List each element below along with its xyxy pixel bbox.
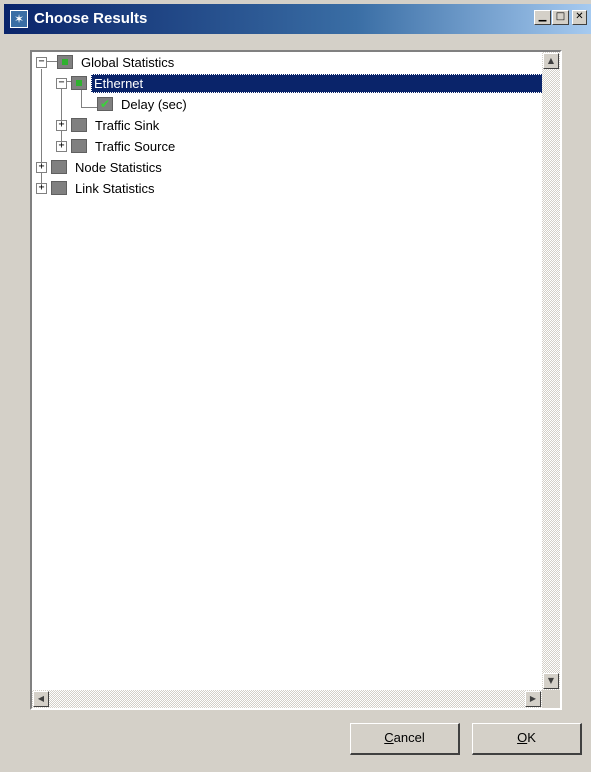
scrollbar-corner <box>542 690 560 708</box>
title-bar[interactable]: ✶ Choose Results ▁ □ ✕ <box>4 4 591 34</box>
gray-stat-icon <box>71 139 87 153</box>
scroll-down-button[interactable]: ▼ <box>543 673 559 689</box>
tree-connector-line <box>81 107 97 108</box>
expand-icon[interactable]: + <box>36 161 47 173</box>
window-title: Choose Results <box>34 10 148 27</box>
tree-item-label: Delay (sec) <box>121 96 187 112</box>
choose-results-dialog: ✶ Choose Results ▁ □ ✕ − Global Statisti… <box>0 0 591 772</box>
expand-icon[interactable]: + <box>56 140 67 152</box>
ok-label: K <box>527 730 536 745</box>
tree-item-label: Traffic Source <box>95 138 176 154</box>
gray-stat-icon <box>51 181 67 195</box>
tree-item-link-statistics[interactable]: + Link Statistics <box>36 178 154 198</box>
tree-item-label: Ethernet <box>91 73 549 93</box>
expand-icon[interactable]: + <box>36 182 47 194</box>
arrow-down-icon: ▼ <box>547 676 555 685</box>
tree-item-label: Traffic Sink <box>95 117 160 133</box>
green-stat-icon <box>71 76 87 90</box>
tree-item-traffic-source[interactable]: + Traffic Source <box>56 136 175 156</box>
tree-item-node-statistics[interactable]: + Node Statistics <box>36 157 162 177</box>
tree-item-traffic-sink[interactable]: + Traffic Sink <box>56 115 159 135</box>
cancel-accelerator: C <box>384 730 394 745</box>
gray-stat-icon <box>71 118 87 132</box>
close-button[interactable]: ✕ <box>572 10 587 25</box>
collapse-icon[interactable]: − <box>36 56 47 68</box>
maximize-icon: □ <box>555 11 566 22</box>
tree-item-delay-sec[interactable]: ✔ Delay (sec) <box>97 94 187 114</box>
checkbox-checked-icon[interactable]: ✔ <box>97 97 113 111</box>
scroll-right-button[interactable]: ▶ <box>525 691 541 707</box>
green-stat-icon <box>57 55 73 69</box>
results-tree[interactable]: − Global Statistics − Ethernet ✔ Delay (… <box>30 50 562 710</box>
tree-item-global-statistics[interactable]: − Global Statistics <box>36 52 174 72</box>
horizontal-scrollbar[interactable]: ◀ ▶ <box>32 690 542 708</box>
arrow-up-icon: ▲ <box>547 56 555 65</box>
scroll-left-button[interactable]: ◀ <box>33 691 49 707</box>
vertical-scrollbar[interactable]: ▲ ▼ <box>542 52 560 690</box>
tree-item-label: Node Statistics <box>75 159 162 175</box>
tree-item-label: Global Statistics <box>81 54 175 70</box>
cancel-button[interactable]: Cancel <box>350 723 460 755</box>
tree-item-ethernet[interactable]: − Ethernet <box>56 73 549 93</box>
arrow-left-icon: ◀ <box>37 694 45 703</box>
maximize-button[interactable]: □ <box>552 10 569 25</box>
tree-item-label: Link Statistics <box>75 180 155 196</box>
cancel-label: ancel <box>393 730 425 745</box>
collapse-icon[interactable]: − <box>56 77 67 89</box>
ok-button[interactable]: OK <box>472 723 582 755</box>
scroll-up-button[interactable]: ▲ <box>543 53 559 69</box>
arrow-right-icon: ▶ <box>529 694 537 703</box>
star-app-icon: ✶ <box>10 10 28 28</box>
minimize-icon: ▁ <box>538 11 547 22</box>
minimize-button[interactable]: ▁ <box>534 10 551 25</box>
ok-accelerator: O <box>517 730 528 745</box>
expand-icon[interactable]: + <box>56 119 67 131</box>
gray-stat-icon <box>51 160 67 174</box>
close-icon: ✕ <box>575 11 584 22</box>
